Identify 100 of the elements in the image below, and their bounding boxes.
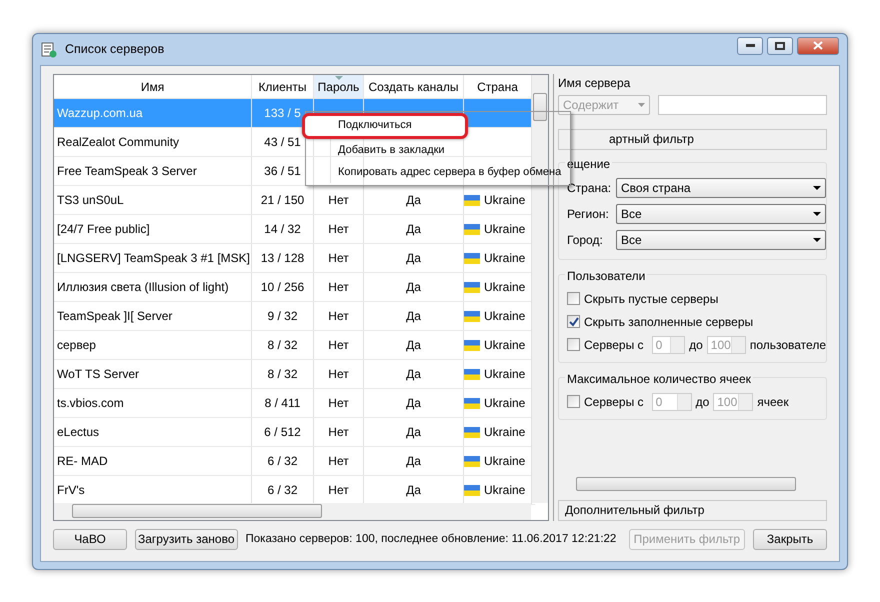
flag-icon: [464, 340, 480, 350]
caret-icon: [813, 212, 821, 216]
table-cell-text: Ukraine: [484, 192, 526, 209]
window-title: Список серверов: [65, 41, 164, 58]
table-cell: Нет: [328, 367, 349, 381]
checkbox[interactable]: [567, 315, 580, 328]
column-header[interactable]: Создать каналы: [364, 75, 464, 98]
menu-item[interactable]: Копировать адрес сервера в буфер обмена: [308, 161, 568, 183]
table-cell: Wazzup.com.ua: [57, 106, 143, 120]
minimize-button[interactable]: [737, 36, 763, 54]
table-cell: Нет: [328, 222, 349, 236]
close-dialog-button[interactable]: Закрыть: [753, 529, 827, 550]
checkbox-label: Серверы с: [584, 394, 644, 410]
dropdown[interactable]: Все: [616, 204, 826, 224]
reload-button[interactable]: Загрузить заново: [135, 529, 238, 550]
table-cell: 133 / 5: [264, 106, 301, 120]
field-label: пользователе: [750, 336, 826, 354]
caret-icon: [813, 238, 821, 242]
table-cell: 8 / 411: [264, 396, 300, 410]
maximize-icon: [775, 42, 785, 50]
flag-icon: [464, 456, 480, 466]
table-cell: 14 / 32: [264, 222, 301, 236]
advanced-filter-button[interactable]: Дополнительный фильтр: [558, 500, 827, 521]
table-cell: 8 / 32: [267, 367, 298, 381]
table-cell: 6 / 32: [267, 454, 298, 468]
table-cell: Да: [406, 280, 421, 294]
close-icon: [813, 41, 823, 50]
menu-item[interactable]: Подключиться: [302, 113, 468, 139]
column-header[interactable]: Имя: [54, 75, 252, 98]
table-cell: TeamSpeak ]I[ Server: [57, 309, 172, 323]
faq-button[interactable]: ЧаВО: [53, 529, 127, 550]
close-button[interactable]: [797, 36, 839, 54]
table-cell: FrV's: [57, 483, 85, 497]
dropdown[interactable]: Своя страна: [616, 178, 826, 198]
field-label: до: [689, 336, 703, 354]
server-name-field[interactable]: [658, 95, 827, 115]
table-cell: Нет: [328, 425, 349, 439]
table-cell: 6 / 32: [267, 483, 298, 497]
table-cell: Да: [406, 193, 421, 207]
table-cell: 10 / 256: [260, 280, 304, 294]
flag-icon: [464, 194, 480, 206]
table-cell: Да: [406, 222, 421, 236]
table-cell-text: Ukraine: [484, 366, 526, 383]
table-cell: Нет: [328, 251, 349, 265]
table-cell: WoT TS Server: [57, 367, 140, 381]
table-cell: сервер: [57, 338, 96, 352]
maximize-button[interactable]: [767, 36, 793, 54]
standard-filter-button[interactable]: артный фильтр: [558, 129, 827, 150]
dropdown[interactable]: Все: [616, 230, 826, 250]
table-cell-text: Ukraine: [484, 279, 526, 296]
table-cell: Да: [406, 309, 421, 323]
table-cell: 21 / 150: [260, 193, 304, 207]
table-cell: ts.vbios.com: [57, 396, 124, 410]
table-cell: Нет: [328, 193, 349, 207]
table-cell-text: Ukraine: [484, 221, 526, 238]
table-cell: Нет: [328, 309, 349, 323]
table-cell-text: Ukraine: [484, 482, 526, 499]
table-cell: 13 / 128: [260, 251, 304, 265]
table-cell-text: Ukraine: [484, 395, 526, 412]
field-label: Страна:: [567, 180, 612, 197]
table-cell: Free TeamSpeak 3 Server: [57, 164, 197, 178]
field-label: до: [696, 394, 710, 410]
field-label: Регион:: [567, 206, 610, 223]
checkbox-label: Скрыть пустые серверы: [584, 290, 718, 308]
table-cell: [24/7 Free public]: [57, 222, 150, 236]
table-cell: RealZealot Community: [57, 135, 180, 149]
column-header[interactable]: Пароль: [314, 75, 364, 98]
table-cell: 36 / 51: [264, 164, 301, 178]
checkbox-label: Серверы с: [584, 336, 644, 354]
field-label: Город:: [567, 232, 604, 249]
table-cell: Да: [406, 251, 421, 265]
flag-icon: [464, 282, 480, 292]
table-cell-text: Ukraine: [484, 424, 526, 441]
horizontal-scrollbar[interactable]: [54, 503, 531, 520]
table-cell: Да: [406, 338, 421, 352]
table-cell-text: Ukraine: [484, 337, 526, 354]
table-cell: Нет: [328, 338, 349, 352]
table-cell: Да: [406, 483, 421, 497]
minimize-icon: [746, 44, 754, 47]
table-cell: Да: [406, 454, 421, 468]
table-cell: TS3 unS0uL: [57, 193, 124, 207]
field-label: Имя сервера: [558, 75, 632, 92]
flag-icon: [464, 368, 480, 380]
checkbox[interactable]: [567, 292, 580, 305]
flag-icon: [464, 398, 480, 408]
table-cell-text: Ukraine: [484, 250, 526, 267]
table-cell: Нет: [328, 396, 349, 410]
table-cell: eLectus: [57, 425, 100, 439]
table-cell: Нет: [328, 280, 349, 294]
table-cell: 9 / 32: [267, 309, 298, 323]
table-cell: RE- MAD: [57, 454, 108, 468]
table-cell: Да: [406, 367, 421, 381]
flag-icon: [464, 426, 480, 438]
table-cell: 6 / 512: [264, 425, 301, 439]
checkbox-label: Скрыть заполненные серверы: [584, 314, 754, 330]
flag-icon: [464, 224, 480, 234]
checkbox[interactable]: [567, 395, 580, 408]
checkbox[interactable]: [567, 338, 580, 351]
table-cell: 43 / 51: [264, 135, 301, 149]
caret-icon: [813, 186, 821, 190]
